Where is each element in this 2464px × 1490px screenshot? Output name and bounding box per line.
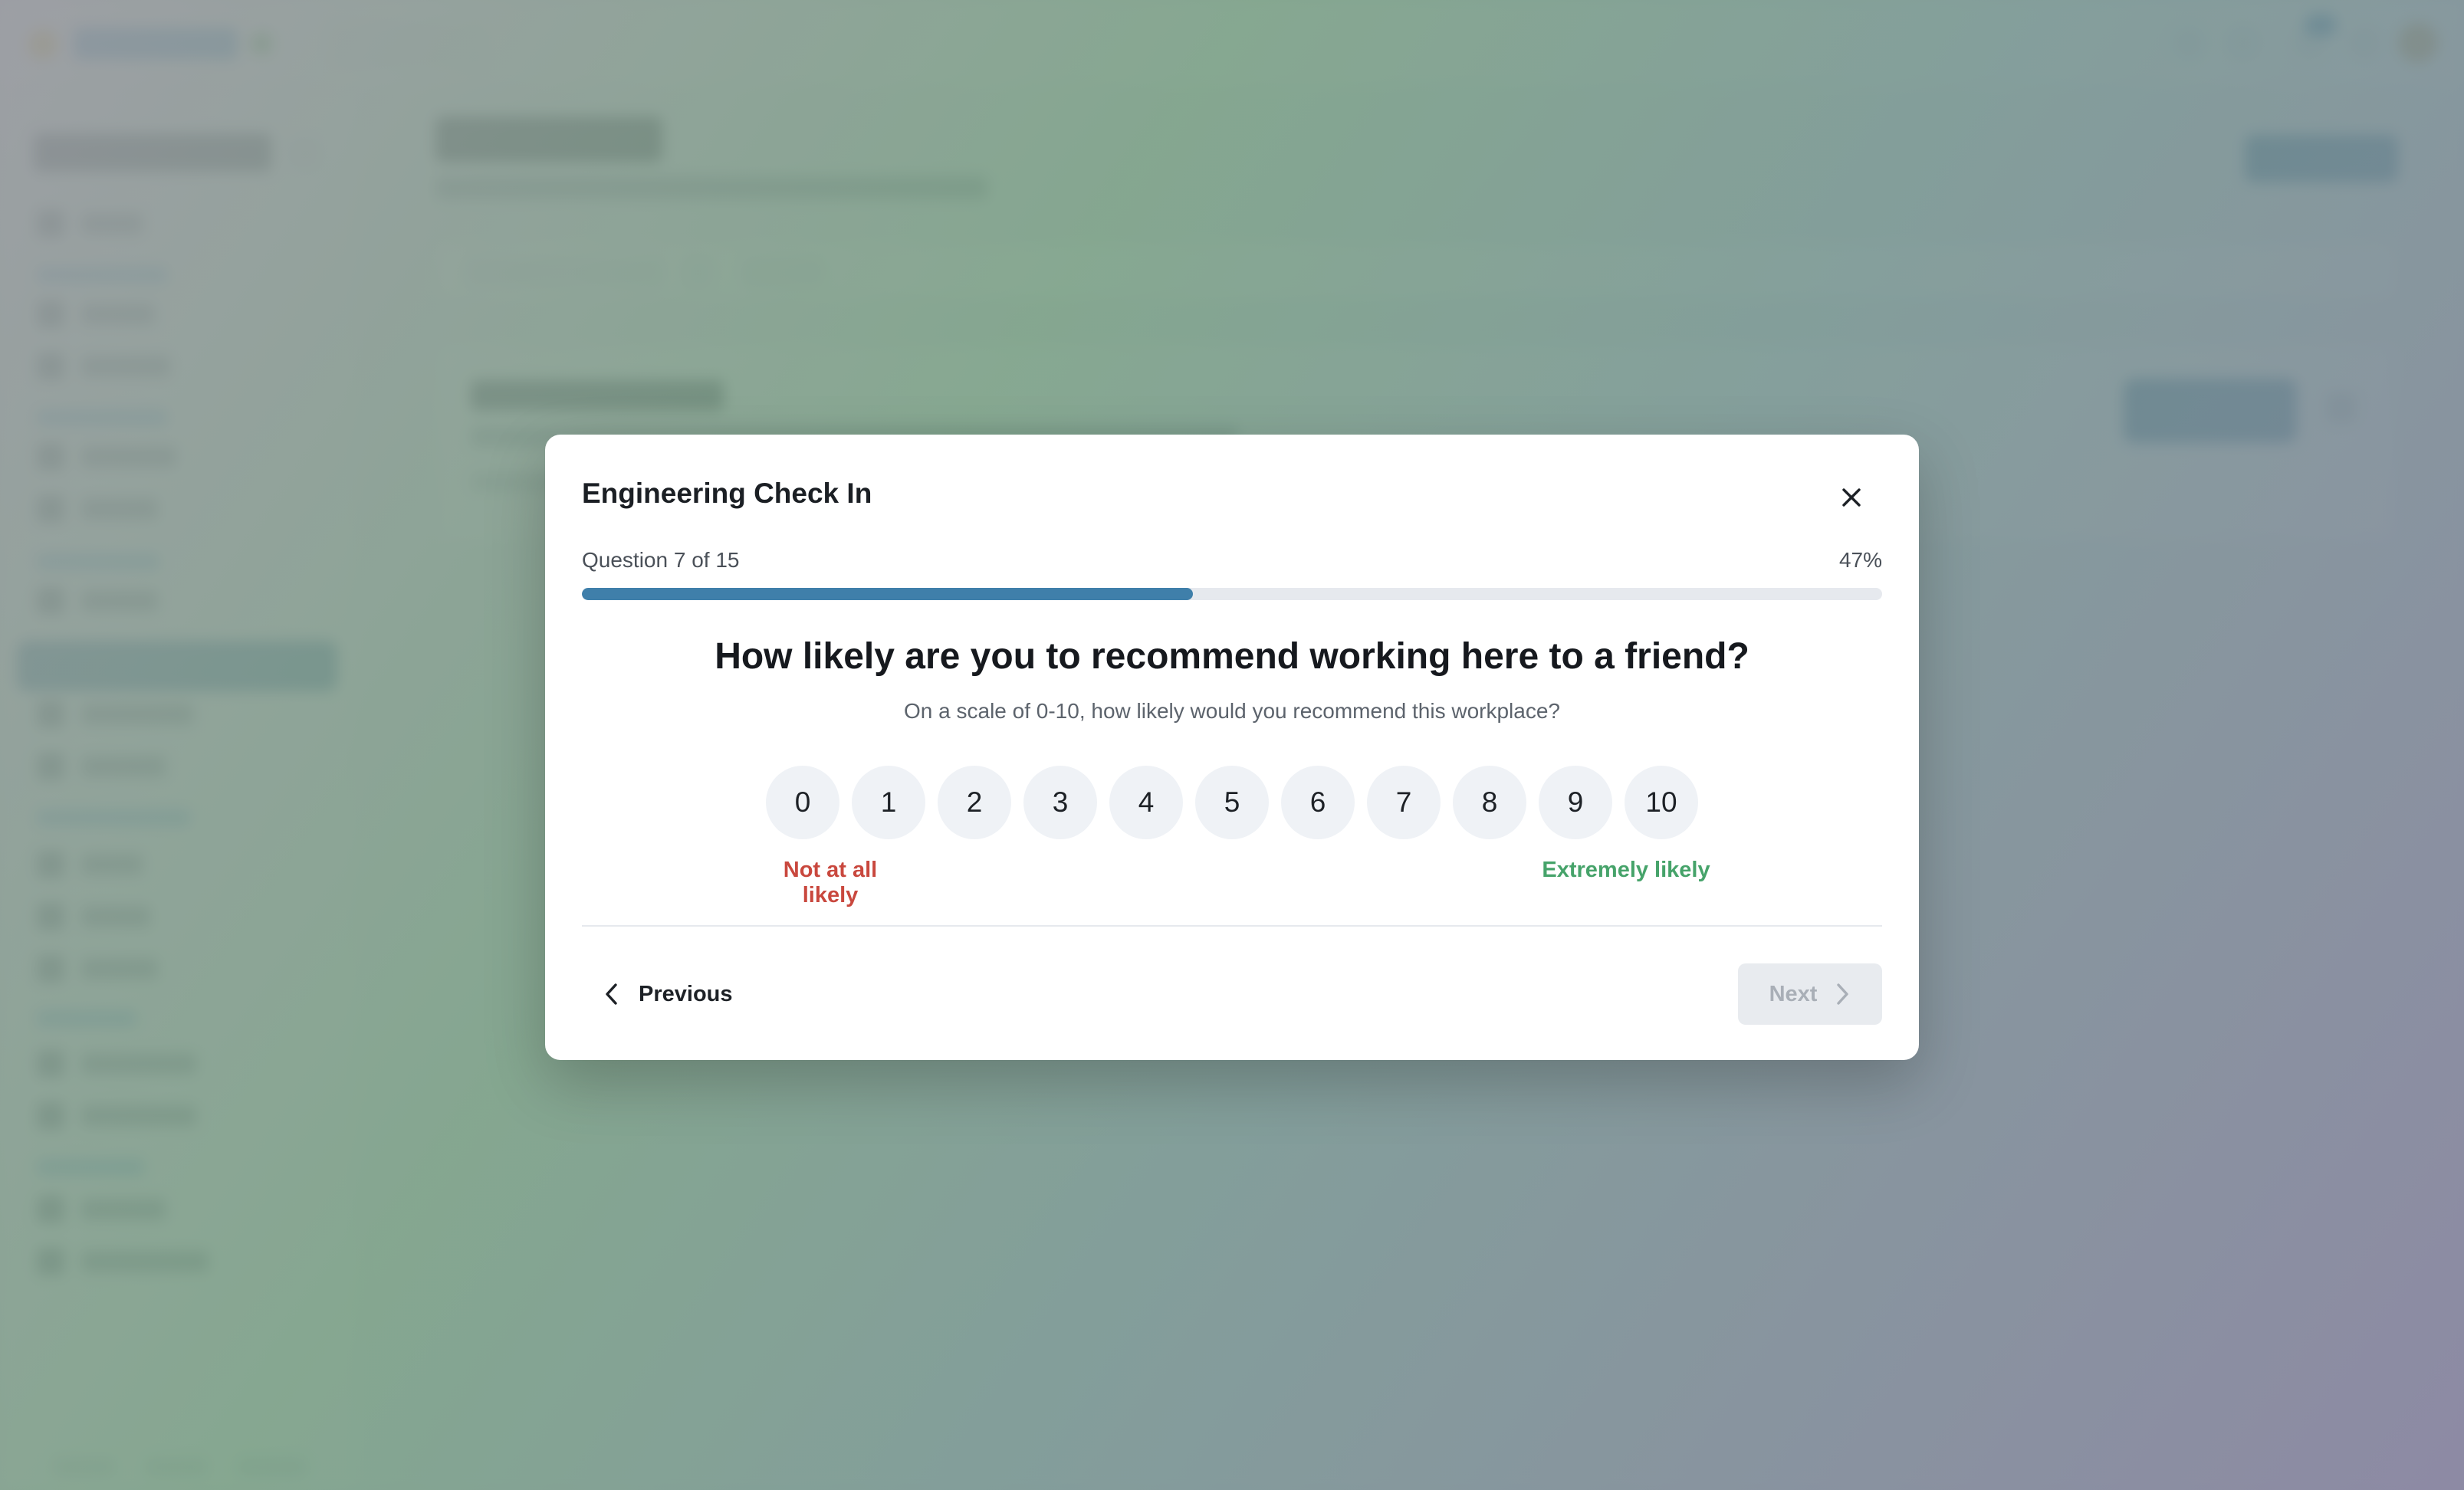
chevron-right-icon [1837,983,1849,1005]
survey-modal: Engineering Check In Question 7 of 15 47… [545,435,1919,1060]
rating-option-5[interactable]: 5 [1195,766,1269,839]
rating-option-1[interactable]: 1 [852,766,925,839]
question-text: How likely are you to recommend working … [715,636,1749,677]
divider [582,925,1882,927]
rating-option-10[interactable]: 10 [1625,766,1698,839]
progress-percent: 47% [1838,548,1882,572]
close-icon [1842,488,1861,507]
next-label: Next [1769,981,1818,1006]
progress-label: Question 7 of 15 [582,548,740,572]
rating-scale: 0 1 2 3 4 5 6 7 8 9 10 [766,766,1698,839]
question-help-text: On a scale of 0-10, how likely would you… [904,699,1560,723]
scale-low-label: Not at all likely [783,858,878,907]
previous-label: Previous [639,981,733,1006]
scale-high-label: Extremely likely [1542,858,1710,882]
rating-option-4[interactable]: 4 [1109,766,1183,839]
rating-option-2[interactable]: 2 [938,766,1011,839]
rating-option-3[interactable]: 3 [1023,766,1097,839]
progress-bar-fill [582,588,1194,600]
rating-option-8[interactable]: 8 [1453,766,1526,839]
modal-title: Engineering Check In [582,478,872,509]
next-button[interactable]: Next [1738,963,1882,1025]
chevron-left-icon [606,983,617,1005]
close-button[interactable] [1830,476,1873,519]
rating-option-9[interactable]: 9 [1539,766,1612,839]
rating-option-0[interactable]: 0 [766,766,839,839]
previous-button[interactable]: Previous [588,963,748,1025]
rating-option-6[interactable]: 6 [1281,766,1355,839]
rating-option-7[interactable]: 7 [1367,766,1441,839]
progress-bar [582,588,1882,600]
